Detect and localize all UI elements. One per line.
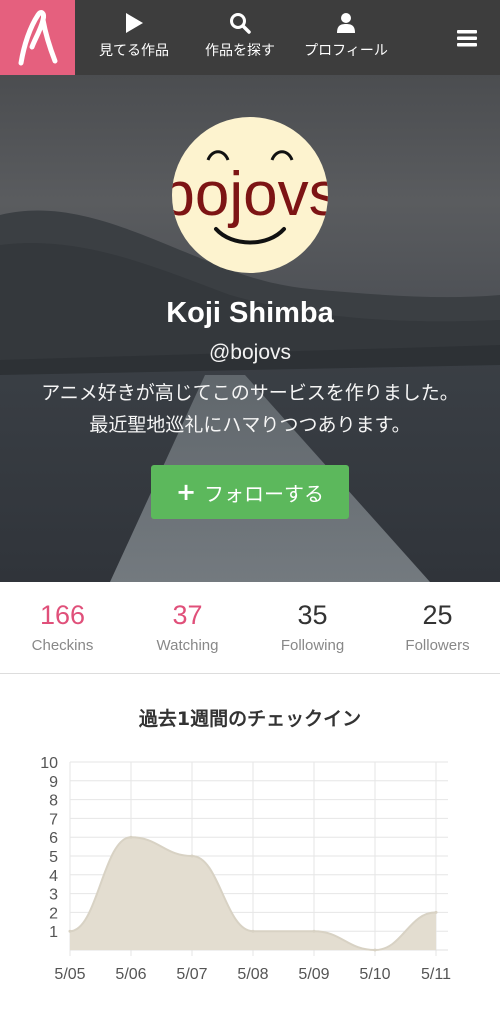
x-tick-label: 5/11 — [421, 966, 451, 983]
stat-value: 35 — [297, 600, 328, 630]
data-point — [434, 910, 438, 914]
stat-checkins[interactable]: 166 Checkins — [0, 582, 125, 674]
x-tick-label: 5/09 — [298, 966, 329, 983]
avatar[interactable]: bojovs — [172, 117, 328, 273]
nav-search[interactable]: 作品を探す — [190, 0, 290, 75]
follow-button[interactable]: + フォローする — [151, 465, 349, 519]
stat-value: 166 — [39, 600, 86, 630]
stat-following[interactable]: 35 Following — [250, 582, 375, 674]
data-point — [190, 854, 194, 858]
user-icon — [337, 11, 355, 35]
avatar-text: bojovs — [172, 160, 328, 229]
follow-button-label: フォローする — [204, 481, 325, 506]
data-point — [68, 929, 72, 933]
stat-value: 25 — [422, 600, 453, 630]
chart-title: 過去1週間のチェックイン — [138, 708, 362, 730]
stat-label: Watching — [156, 637, 219, 654]
stat-label: Following — [280, 637, 345, 654]
stat-followers[interactable]: 25 Followers — [375, 582, 500, 674]
stat-label: Checkins — [31, 637, 94, 654]
hamburger-icon — [457, 29, 477, 46]
y-tick-label: 8 — [49, 793, 58, 810]
nav-profile-label: プロフィール — [304, 43, 388, 59]
profile-hero: bojovs Koji Shimba @bojovs アニメ好きが高じてこのサー… — [0, 75, 500, 582]
plus-icon: + — [175, 478, 197, 506]
y-tick-label: 3 — [49, 887, 58, 904]
profile-name: Koji Shimba — [166, 297, 334, 329]
y-tick-label: 2 — [49, 905, 58, 922]
x-tick-label: 5/10 — [359, 966, 390, 983]
nav-search-label: 作品を探す — [205, 43, 275, 59]
top-navbar: 見てる作品 作品を探す プロフィール — [0, 0, 500, 75]
x-tick-label: 5/05 — [54, 966, 85, 983]
bio-line-2: 最近聖地巡礼にハマりつつあります。 — [89, 414, 411, 436]
data-point — [373, 948, 377, 952]
stat-value: 37 — [172, 600, 203, 630]
x-tick-label: 5/08 — [237, 966, 268, 983]
y-tick-label: 5 — [49, 849, 58, 866]
x-tick-label: 5/06 — [115, 966, 146, 983]
data-point — [251, 929, 255, 933]
profile-bio: アニメ好きが高じてこのサービスを作りました。 最近聖地巡礼にハマりつつあります。 — [0, 377, 500, 441]
annict-logo-icon — [18, 9, 57, 65]
data-point — [129, 835, 133, 839]
play-icon — [124, 11, 144, 35]
stats-bar: 166 Checkins 37 Watching 35 Following 25… — [0, 582, 500, 674]
brand-logo-button[interactable] — [0, 0, 75, 75]
nav-watching[interactable]: 見てる作品 — [84, 0, 184, 75]
nav-watching-label: 見てる作品 — [99, 43, 169, 59]
y-tick-label: 9 — [49, 774, 58, 791]
profile-handle: @bojovs — [208, 341, 292, 364]
menu-button[interactable] — [440, 0, 494, 75]
y-tick-label: 7 — [49, 811, 58, 828]
y-tick-label: 6 — [49, 830, 58, 847]
smiley-avatar-image: bojovs — [172, 150, 328, 245]
y-tick-label: 10 — [40, 755, 58, 772]
y-tick-label: 4 — [49, 868, 58, 885]
x-tick-label: 5/07 — [176, 966, 207, 983]
data-point — [312, 929, 316, 933]
y-tick-label: 1 — [49, 924, 58, 941]
search-icon — [229, 11, 251, 35]
checkins-chart: 123456789105/05 5/06 5/07 5/08 5/09 5/10 5/11 — [40, 755, 451, 983]
bio-line-1: アニメ好きが高じてこのサービスを作りました。 — [41, 382, 459, 404]
stat-watching[interactable]: 37 Watching — [125, 582, 250, 674]
stat-label: Followers — [405, 637, 470, 654]
nav-profile[interactable]: プロフィール — [296, 0, 396, 75]
